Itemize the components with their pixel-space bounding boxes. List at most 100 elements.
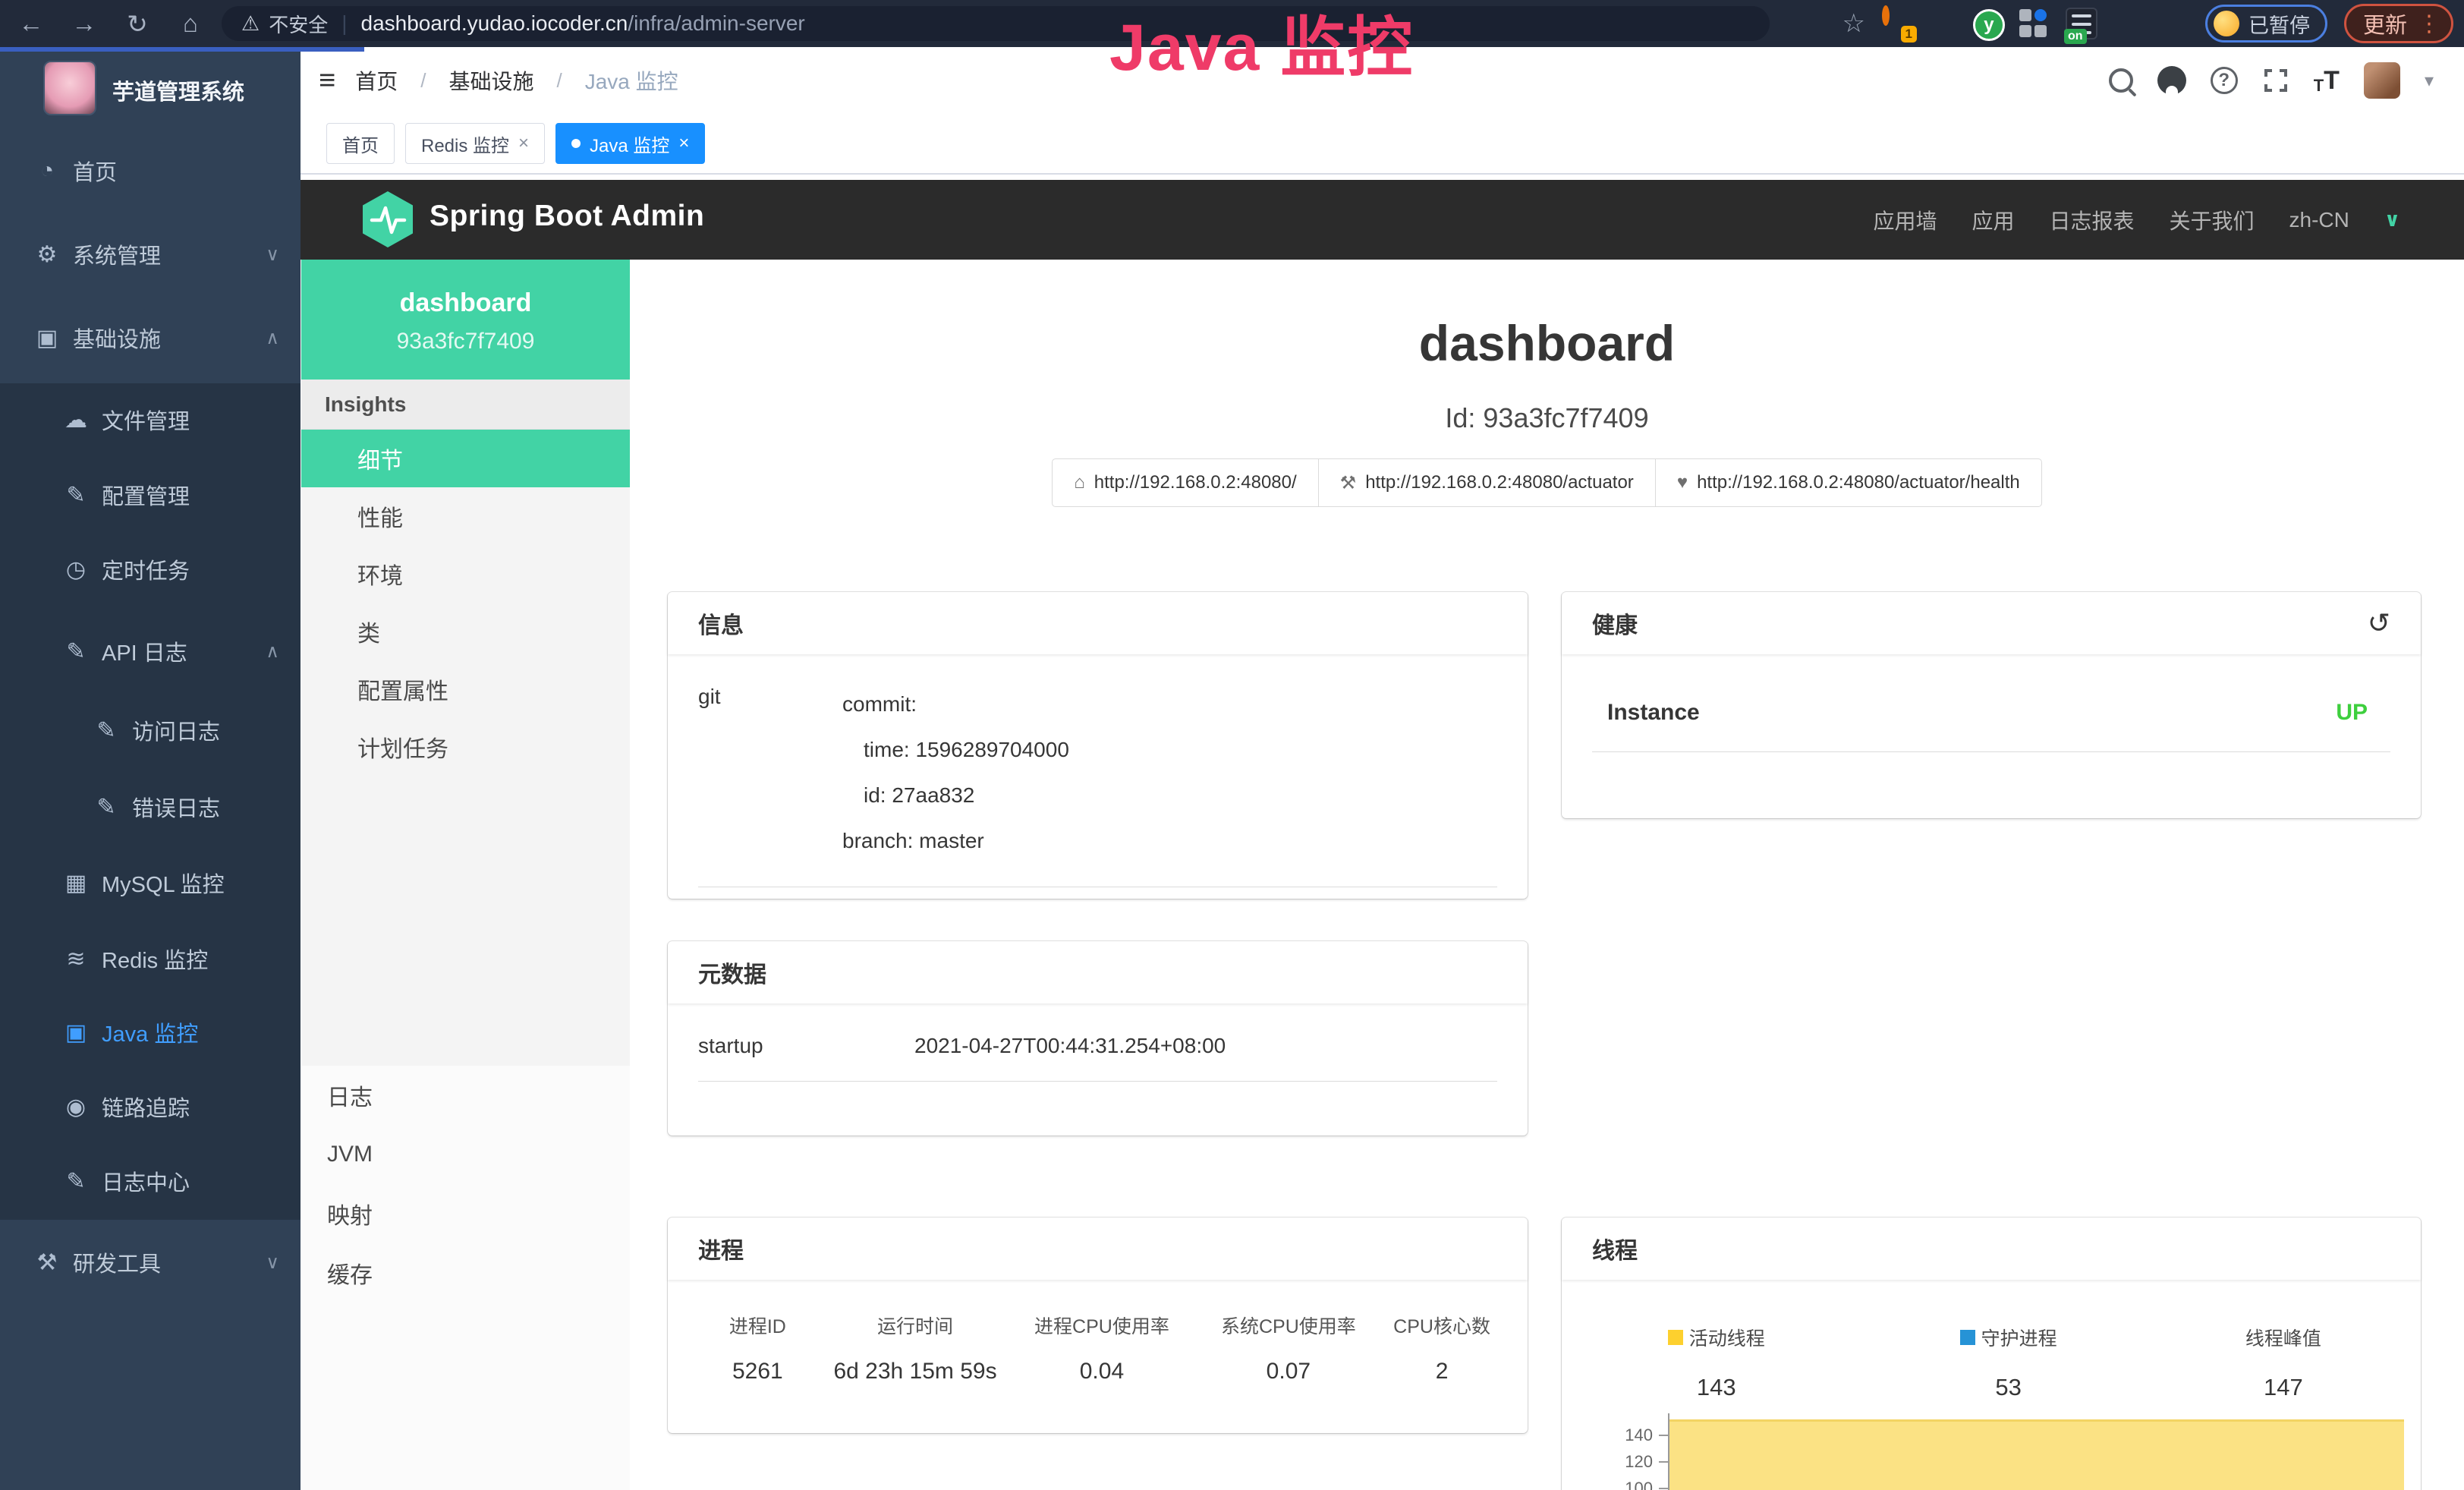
sidebar-item-tracing[interactable]: ◉ 链路追踪: [0, 1080, 301, 1133]
sidebar-item-system-mgmt[interactable]: ⚙ 系统管理 ∨: [0, 228, 301, 281]
font-size-icon[interactable]: TT: [2314, 66, 2340, 96]
tab-home[interactable]: 首页: [326, 123, 395, 164]
peak-threads-value: 147: [2264, 1374, 2303, 1401]
sidebar-collapse-icon[interactable]: ≡: [319, 65, 335, 97]
health-card-title: 健康: [1592, 606, 1638, 640]
url-domain: dashboard.yudao.iocoder.cn: [361, 11, 628, 36]
sba-nav-journal[interactable]: 日志报表: [2050, 205, 2135, 235]
menu-item-classes[interactable]: 类: [301, 603, 630, 660]
sidebar-item-label: 日志中心: [102, 1165, 190, 1197]
process-pid-value: 5261: [683, 1359, 832, 1384]
legend-daemon-threads[interactable]: 守护进程: [1960, 1324, 2057, 1351]
daemon-threads-swatch: [1960, 1330, 1975, 1345]
instance-header[interactable]: dashboard 93a3fc7f7409: [301, 260, 630, 380]
close-icon[interactable]: ×: [518, 133, 529, 154]
sidebar-item-log-center[interactable]: ✎ 日志中心: [0, 1155, 301, 1208]
menu-item-details[interactable]: 细节: [301, 430, 630, 487]
extension-pin-icon[interactable]: [1927, 9, 1956, 38]
menu-item-loggers[interactable]: 日志: [301, 1066, 630, 1125]
address-bar[interactable]: ⚠ 不安全 | dashboard.yudao.iocoder.cn/infra…: [222, 6, 1770, 41]
extensions-puzzle-icon[interactable]: [2160, 9, 2189, 38]
menu-item-mappings[interactable]: 映射: [301, 1184, 630, 1243]
security-warning-icon[interactable]: ⚠: [241, 12, 260, 36]
extension-colorzilla-icon[interactable]: 1: [1882, 9, 1911, 38]
browser-home-icon[interactable]: ⌂: [164, 9, 217, 38]
legend-live-threads[interactable]: 活动线程: [1668, 1324, 1765, 1351]
browser-reload-icon[interactable]: ↻: [111, 9, 164, 39]
sidebar-item-label: 文件管理: [102, 404, 190, 436]
bookmark-star-icon[interactable]: ☆: [1842, 8, 1865, 39]
sba-brand-title[interactable]: Spring Boot Admin: [430, 200, 704, 233]
profile-paused-badge[interactable]: 已暂停: [2205, 5, 2327, 43]
github-icon[interactable]: [2157, 66, 2186, 95]
fullscreen-icon[interactable]: [2262, 67, 2289, 94]
threads-card: 线程 活动线程 143 守护进程 53: [1562, 1218, 2421, 1490]
health-instance-key[interactable]: Instance: [1607, 700, 1700, 726]
extension-on-badge: on: [2064, 29, 2087, 44]
history-icon[interactable]: ↺: [2368, 607, 2390, 639]
sidebar-item-redis-monitor[interactable]: ≋ Redis 监控: [0, 932, 301, 985]
sidebar-item-config-mgmt[interactable]: ✎ 配置管理: [0, 468, 301, 521]
process-col-header: 系统CPU使用率: [1206, 1312, 1372, 1339]
service-url-button[interactable]: ⌂ http://192.168.0.2:48080/: [1052, 458, 1318, 507]
tab-java-monitor[interactable]: Java 监控 ×: [555, 123, 705, 164]
menu-item-metrics[interactable]: 性能: [301, 487, 630, 545]
actuator-url-button[interactable]: ⚒ http://192.168.0.2:48080/actuator: [1318, 458, 1656, 507]
sba-nav-about[interactable]: 关于我们: [2170, 205, 2255, 235]
breadcrumb-item-infrastructure[interactable]: 基础设施: [448, 65, 533, 96]
legend-peak-threads: 线程峰值: [2245, 1324, 2321, 1351]
extension-switch-icon[interactable]: on: [2066, 8, 2097, 39]
chevron-down-icon: ∨: [266, 244, 279, 266]
sba-nav-applications[interactable]: 应用: [1972, 205, 2014, 235]
breadcrumb-item-home[interactable]: 首页: [355, 65, 398, 96]
sidebar-item-java-monitor[interactable]: ▣ Java 监控: [0, 1006, 301, 1059]
system-cpu-value: 0.07: [1206, 1359, 1372, 1384]
sidebar-item-mysql-monitor[interactable]: ▦ MySQL 监控: [0, 856, 301, 909]
sidebar-item-dev-tools[interactable]: ⚒ 研发工具 ∨: [0, 1236, 301, 1289]
sidebar-item-scheduled-jobs[interactable]: ◷ 定时任务: [0, 543, 301, 596]
health-card: 健康 ↺ Instance UP: [1562, 592, 2421, 818]
sidebar-item-label: Redis 监控: [102, 943, 208, 975]
sidebar-item-access-log[interactable]: ✎ 访问日志: [0, 704, 301, 757]
extension-grid-icon[interactable]: [2019, 8, 2049, 39]
tab-redis-monitor[interactable]: Redis 监控 ×: [405, 123, 545, 164]
menu-item-jvm[interactable]: JVM: [301, 1125, 630, 1184]
close-icon[interactable]: ×: [678, 133, 689, 154]
sba-language-select[interactable]: zh-CN: [2289, 208, 2349, 232]
search-icon[interactable]: [2109, 68, 2133, 93]
browser-update-button[interactable]: 更新 ⋮: [2344, 4, 2453, 43]
monitor-icon: ▣: [30, 325, 64, 351]
menu-item-environment[interactable]: 环境: [301, 545, 630, 603]
language-caret-icon[interactable]: ∨: [2384, 208, 2400, 232]
url-divider: |: [341, 11, 347, 36]
sba-instance-sidebar: dashboard 93a3fc7f7409 Insights 细节 性能 环境…: [301, 260, 630, 1490]
browser-forward-icon[interactable]: →: [58, 9, 111, 38]
extension-y-icon[interactable]: y: [1973, 9, 2002, 38]
help-icon[interactable]: ?: [2211, 67, 2238, 94]
toolbox-icon: ⚒: [30, 1249, 64, 1276]
instance-title: dashboard: [630, 314, 2464, 372]
process-col-header: 进程ID: [683, 1312, 832, 1339]
sidebar-item-label: 错误日志: [132, 791, 220, 823]
cloud-upload-icon: ☁: [59, 407, 93, 433]
sidebar-item-error-log[interactable]: ✎ 错误日志: [0, 780, 301, 833]
sidebar-item-api-log[interactable]: ✎ API 日志 ∧: [0, 625, 301, 678]
extension-leaf-icon[interactable]: [2114, 9, 2143, 38]
menu-item-caches[interactable]: 缓存: [301, 1243, 630, 1303]
health-url-button[interactable]: ♥ http://192.168.0.2:48080/actuator/heal…: [1655, 458, 2042, 507]
chevron-down-icon: ∨: [266, 1252, 279, 1274]
user-menu-caret-icon[interactable]: ▾: [2425, 70, 2434, 92]
sba-nav-wall[interactable]: 应用墙: [1873, 205, 1937, 235]
service-url-label: http://192.168.0.2:48080/: [1094, 472, 1297, 493]
chevron-up-icon: ∧: [266, 327, 279, 349]
menu-item-scheduled-tasks[interactable]: 计划任务: [301, 718, 630, 776]
browser-menu-icon[interactable]: ⋮: [2418, 11, 2440, 37]
menu-item-configprops[interactable]: 配置属性: [301, 660, 630, 718]
sidebar-item-file-mgmt[interactable]: ☁ 文件管理: [0, 393, 301, 446]
user-avatar[interactable]: [2364, 62, 2400, 99]
log-edit-icon: ✎: [59, 638, 93, 665]
spring-boot-admin-logo[interactable]: [363, 191, 413, 247]
browser-back-icon[interactable]: ←: [5, 9, 58, 38]
sidebar-item-home[interactable]: ◔ 首页: [0, 144, 301, 197]
sidebar-item-infrastructure[interactable]: ▣ 基础设施 ∧: [0, 311, 301, 364]
